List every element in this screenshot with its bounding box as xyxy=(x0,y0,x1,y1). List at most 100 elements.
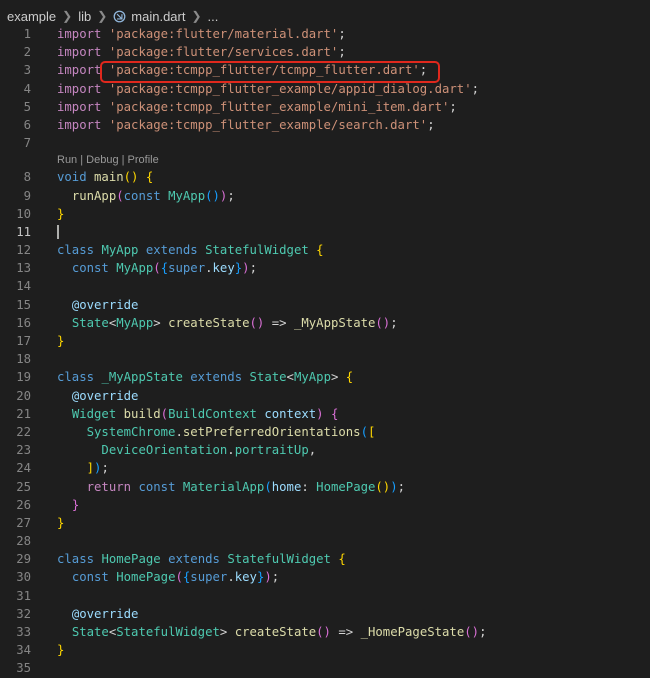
dart-file-icon xyxy=(113,10,126,22)
line-number: 7 xyxy=(23,136,31,151)
token: HomePage xyxy=(316,479,376,494)
token: class xyxy=(57,370,95,385)
token: _MyAppState xyxy=(101,370,183,385)
token: MyApp xyxy=(101,243,139,258)
code-line-11[interactable]: 11 xyxy=(0,223,650,241)
code-line-15[interactable]: 15 @override xyxy=(0,296,650,314)
token: createState xyxy=(168,315,250,330)
token: 'package:tcmpp_flutter_example/appid_dia… xyxy=(108,81,472,96)
token: createState xyxy=(234,625,317,639)
breadcrumb-folder-example[interactable]: example xyxy=(7,9,56,24)
token: context xyxy=(264,406,317,421)
token: super xyxy=(190,570,228,585)
code-line-18[interactable]: 18 xyxy=(0,350,650,368)
breadcrumb-file-main-dart[interactable]: main.dart xyxy=(131,9,185,24)
code-line-7[interactable]: 7 xyxy=(0,134,650,152)
token: StatefulWidget xyxy=(205,243,309,258)
token: MaterialApp xyxy=(182,479,265,494)
token: HomePage xyxy=(116,570,176,585)
line-number: 29 xyxy=(16,552,31,567)
code-line-20[interactable]: 20 @override xyxy=(0,387,650,405)
token: key xyxy=(212,261,235,276)
token: void xyxy=(57,170,87,185)
code-line-9[interactable]: 9 runApp(const MyApp()); xyxy=(0,187,650,205)
codelens-run-debug-profile[interactable]: Run | Debug | Profile xyxy=(0,152,650,168)
token: class xyxy=(57,243,95,258)
code-line-6[interactable]: 6 import 'package:tcmpp_flutter_example/s… xyxy=(0,116,650,134)
line-number: 27 xyxy=(16,515,31,530)
token: import xyxy=(57,81,102,96)
line-number: 15 xyxy=(16,297,31,312)
line-number: 10 xyxy=(16,206,31,221)
token: 'package:flutter/material.dart' xyxy=(108,27,339,41)
annotation-highlight-box xyxy=(100,61,440,83)
token: key xyxy=(234,570,257,585)
code-line-23[interactable]: 23 DeviceOrientation.portraitUp, xyxy=(0,441,650,459)
code-line-31[interactable]: 31 xyxy=(0,587,650,605)
line-number: 5 xyxy=(23,99,31,114)
code-editor[interactable]: 1 import 'package:flutter/material.dart';… xyxy=(0,25,650,678)
token: @override xyxy=(71,606,139,621)
code-line-16[interactable]: 16 State<MyApp> createState() => _MyAppS… xyxy=(0,314,650,332)
code-line-1[interactable]: 1 import 'package:flutter/material.dart'; xyxy=(0,25,650,43)
token: 'package:tcmpp_flutter_example/mini_item… xyxy=(108,99,450,114)
code-line-17[interactable]: 17} xyxy=(0,332,650,350)
code-line-24[interactable]: 24 ]); xyxy=(0,459,650,477)
text-cursor xyxy=(57,224,59,239)
token: const xyxy=(138,479,176,494)
token: MyApp xyxy=(168,188,206,203)
chevron-right-icon: ❯ xyxy=(97,9,108,23)
token: _MyAppState xyxy=(293,315,376,330)
code-line-35[interactable]: 35 xyxy=(0,659,650,677)
token: State xyxy=(71,315,109,330)
token: ; xyxy=(227,188,235,203)
code-line-27[interactable]: 27} xyxy=(0,514,650,532)
code-line-29[interactable]: 29 class HomePage extends StatefulWidget … xyxy=(0,550,650,568)
token: ; xyxy=(338,27,346,41)
line-number: 28 xyxy=(16,534,31,549)
token: @override xyxy=(71,388,139,403)
line-number: 11 xyxy=(16,224,31,239)
token: home xyxy=(271,479,302,494)
code-line-14[interactable]: 14 xyxy=(0,277,650,295)
token: SystemChrome xyxy=(86,424,176,439)
token: _HomePageState xyxy=(360,625,465,639)
code-line-10[interactable]: 10} xyxy=(0,205,650,223)
code-line-13[interactable]: 13 const MyApp({super.key}); xyxy=(0,259,650,277)
token: 'package:flutter/services.dart' xyxy=(108,45,339,60)
code-line-34[interactable]: 34} xyxy=(0,641,650,659)
code-line-12[interactable]: 12 class MyApp extends StatefulWidget { xyxy=(0,241,650,259)
token: => xyxy=(271,315,287,330)
code-line-28[interactable]: 28 xyxy=(0,532,650,550)
line-number: 12 xyxy=(16,243,31,258)
token: MyApp xyxy=(116,315,154,330)
token: ; xyxy=(338,45,346,60)
token: DeviceOrientation xyxy=(101,443,228,458)
chevron-right-icon: ❯ xyxy=(191,9,202,23)
code-line-21[interactable]: 21 Widget build(BuildContext context) { xyxy=(0,405,650,423)
line-number: 16 xyxy=(16,315,31,330)
code-line-25[interactable]: 25 return const MaterialApp(home: HomePa… xyxy=(0,478,650,496)
breadcrumb-more[interactable]: ... xyxy=(208,9,219,24)
token: ; xyxy=(390,315,398,330)
line-number: 21 xyxy=(16,406,31,421)
line-number: 2 xyxy=(23,45,31,60)
token: main xyxy=(94,170,124,185)
code-line-26[interactable]: 26 } xyxy=(0,496,650,514)
code-line-30[interactable]: 30 const HomePage({super.key}); xyxy=(0,568,650,586)
code-line-8[interactable]: 8 void main() { xyxy=(0,168,650,186)
code-line-33[interactable]: 33 State<StatefulWidget> createState() =… xyxy=(0,623,650,641)
code-line-5[interactable]: 5 import 'package:tcmpp_flutter_example/m… xyxy=(0,98,650,116)
code-line-19[interactable]: 19 class _MyAppState extends State<MyApp>… xyxy=(0,368,650,386)
token: setPreferredOrientations xyxy=(182,424,361,439)
line-number: 3 xyxy=(23,63,31,78)
code-line-22[interactable]: 22 SystemChrome.setPreferredOrientations… xyxy=(0,423,650,441)
code-line-32[interactable]: 32 @override xyxy=(0,605,650,623)
line-number: 22 xyxy=(16,424,31,439)
line-number: 14 xyxy=(16,279,31,294)
breadcrumb-folder-lib[interactable]: lib xyxy=(78,9,91,24)
token: @override xyxy=(71,297,139,312)
line-number: 6 xyxy=(23,117,31,132)
code-line-2[interactable]: 2 import 'package:flutter/services.dart'; xyxy=(0,43,650,61)
token: ; xyxy=(449,99,457,114)
